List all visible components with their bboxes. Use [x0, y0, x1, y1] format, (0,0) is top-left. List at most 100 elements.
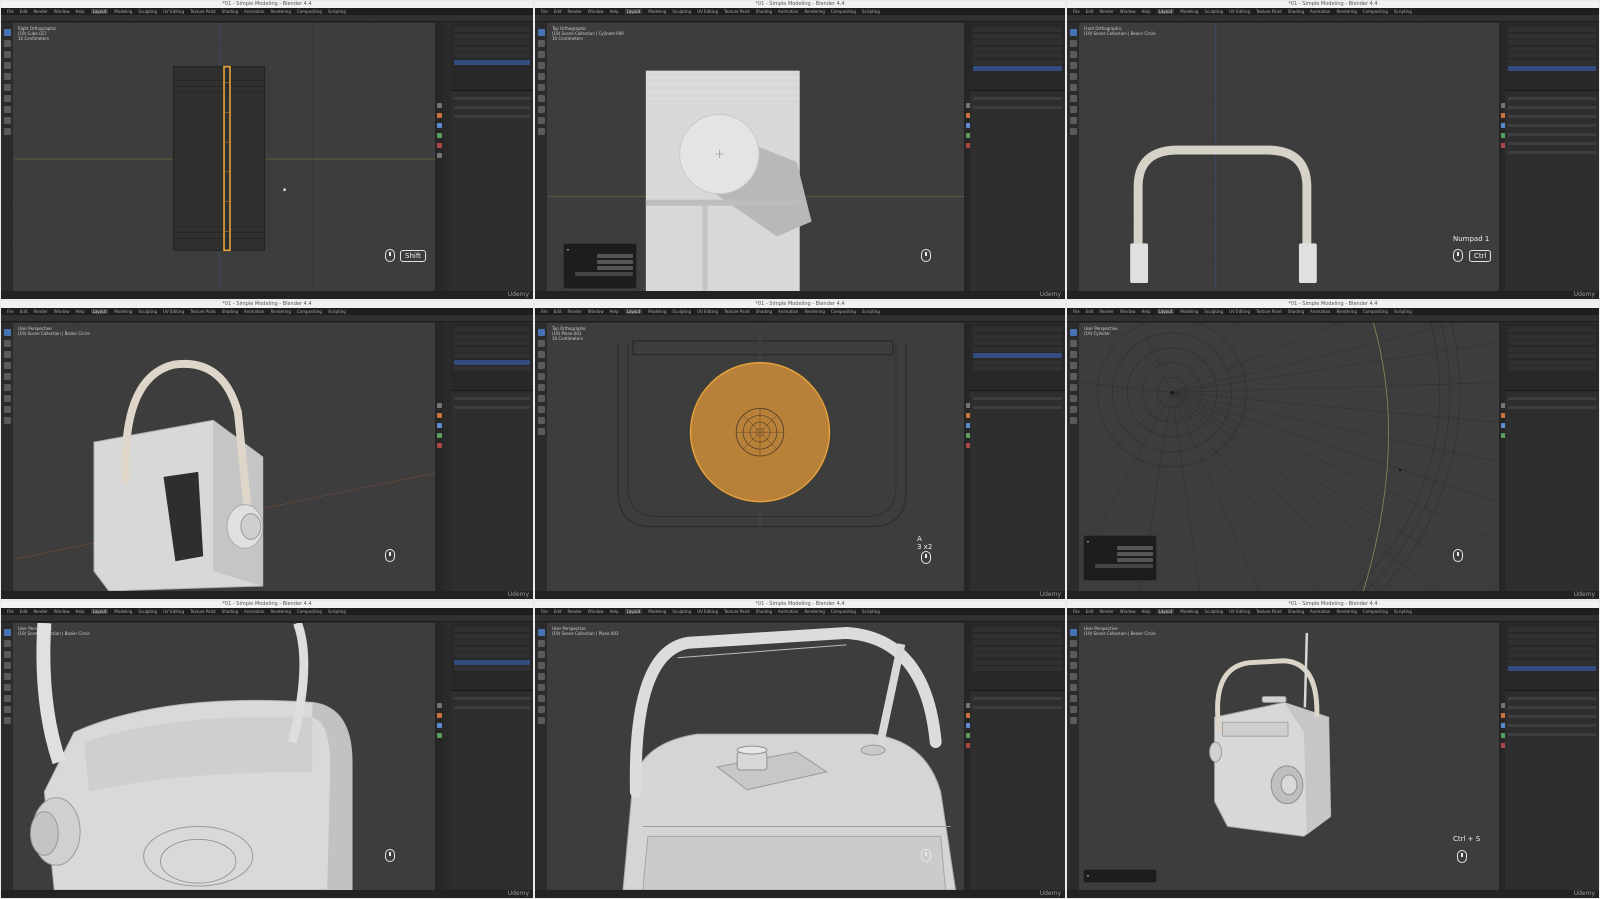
outliner[interactable]	[970, 323, 1065, 391]
menu-item[interactable]: Layout	[624, 609, 643, 614]
viewport[interactable]: Top Orthographic (19) Plane.003 10 Centime…	[547, 323, 972, 591]
menu-item[interactable]: Modeling	[114, 609, 132, 614]
menu-item[interactable]: Modeling	[648, 9, 666, 14]
menubar[interactable]: File Edit Render Window Help Layout Modeling Sc…	[1, 8, 533, 15]
menu-item[interactable]: Texture Paint	[724, 9, 750, 14]
viewport[interactable]: User Perspective (19) Scene Collection | …	[547, 623, 972, 890]
menu-item[interactable]: Render	[567, 309, 581, 314]
tool-shelf[interactable]	[535, 323, 547, 591]
menubar[interactable]: File Edit Render Window Help Layout Modeling Sc…	[1, 608, 533, 615]
menu-item[interactable]: File	[1073, 309, 1080, 314]
menu-item[interactable]: Help	[75, 9, 84, 14]
properties-tabs[interactable]	[435, 323, 443, 591]
viewport-header[interactable]	[535, 315, 1065, 322]
menu-item[interactable]: Window	[1120, 609, 1136, 614]
menu-item[interactable]: Animation	[778, 9, 798, 14]
menu-item[interactable]: Window	[54, 9, 70, 14]
menu-item[interactable]: Rendering	[804, 309, 824, 314]
menu-item[interactable]: UV Editing	[1229, 9, 1250, 14]
viewport-header[interactable]	[1067, 615, 1599, 622]
tool-shelf[interactable]	[1067, 323, 1079, 591]
viewport[interactable]: User Perspective (19) Cylinder ▾	[1079, 323, 1499, 591]
menu-item[interactable]: Render	[33, 9, 47, 14]
tool-shelf[interactable]	[1067, 623, 1079, 890]
menu-item[interactable]: Sculpting	[672, 9, 691, 14]
viewport-header[interactable]	[1, 615, 533, 622]
menu-item[interactable]: Window	[588, 609, 604, 614]
tool-shelf[interactable]	[535, 23, 547, 291]
menu-item[interactable]: Shading	[756, 9, 772, 14]
menu-item[interactable]: Window	[54, 609, 70, 614]
menu-item[interactable]: File	[7, 609, 14, 614]
menu-item[interactable]: Help	[75, 309, 84, 314]
properties-panel[interactable]	[970, 692, 1065, 890]
menu-item[interactable]: Rendering	[804, 609, 824, 614]
menu-item[interactable]: Help	[609, 609, 618, 614]
menu-item[interactable]: Edit	[554, 309, 562, 314]
menu-item[interactable]: Help	[609, 309, 618, 314]
viewport[interactable]: User Perspective (19) Scene Collection | …	[13, 323, 443, 591]
menu-item[interactable]: Window	[54, 309, 70, 314]
menu-item[interactable]: Sculpting	[672, 609, 691, 614]
menu-item[interactable]: Render	[33, 309, 47, 314]
menu-item[interactable]: Layout	[90, 9, 109, 14]
menu-item[interactable]: Render	[567, 609, 581, 614]
menu-item[interactable]: Layout	[1156, 609, 1175, 614]
menu-item[interactable]: Animation	[778, 309, 798, 314]
menu-item[interactable]: Edit	[1086, 609, 1094, 614]
outliner[interactable]	[451, 23, 533, 91]
operator-panel[interactable]: ▾	[563, 243, 637, 289]
menu-item[interactable]: Compositing	[297, 609, 322, 614]
menu-item[interactable]: Sculpting	[138, 9, 157, 14]
menubar[interactable]: File Edit Render Window Help Layout Modeling Sc…	[1067, 8, 1599, 15]
properties-panel[interactable]	[1505, 392, 1599, 591]
menu-item[interactable]: Shading	[1288, 309, 1304, 314]
menu-item[interactable]: Edit	[20, 309, 28, 314]
menu-item[interactable]: Scripting	[862, 9, 880, 14]
menu-item[interactable]: Modeling	[1180, 9, 1198, 14]
viewport[interactable]: Right Orthographic (19) Cube.017 10 Centim…	[13, 23, 443, 291]
outliner[interactable]	[1505, 23, 1599, 91]
menu-item[interactable]: Texture Paint	[190, 609, 216, 614]
menu-item[interactable]: Compositing	[831, 9, 856, 14]
menu-item[interactable]: Help	[609, 9, 618, 14]
menu-item[interactable]: Scripting	[328, 609, 346, 614]
menu-item[interactable]: UV Editing	[163, 309, 184, 314]
menu-item[interactable]: Shading	[222, 609, 238, 614]
menu-item[interactable]: Edit	[1086, 309, 1094, 314]
menu-item[interactable]: Layout	[624, 309, 643, 314]
menu-item[interactable]: UV Editing	[1229, 309, 1250, 314]
menubar[interactable]: File Edit Render Window Help Layout Modeling Sc…	[1, 308, 533, 315]
menu-item[interactable]: Window	[1120, 309, 1136, 314]
properties-panel[interactable]	[1505, 92, 1599, 291]
menu-item[interactable]: Help	[1141, 9, 1150, 14]
viewport-header[interactable]	[535, 15, 1065, 22]
menubar[interactable]: File Edit Render Window Help Layout Modeling Sc…	[535, 308, 1065, 315]
menu-item[interactable]: Animation	[778, 609, 798, 614]
menu-item[interactable]: Texture Paint	[724, 309, 750, 314]
outliner[interactable]	[970, 623, 1065, 691]
menu-item[interactable]: UV Editing	[697, 609, 718, 614]
menu-item[interactable]: Scripting	[328, 9, 346, 14]
menu-item[interactable]: Rendering	[1336, 9, 1356, 14]
menu-item[interactable]: Modeling	[114, 309, 132, 314]
menu-item[interactable]: Scripting	[1394, 309, 1412, 314]
menu-item[interactable]: Animation	[244, 609, 264, 614]
menu-item[interactable]: File	[1073, 609, 1080, 614]
menu-item[interactable]: Render	[567, 9, 581, 14]
menu-item[interactable]: Sculpting	[138, 609, 157, 614]
menu-item[interactable]: Rendering	[270, 309, 290, 314]
menu-item[interactable]: Shading	[1288, 609, 1304, 614]
viewport[interactable]: Top Orthographic (19) Scene Collection | …	[547, 23, 972, 291]
menu-item[interactable]: Render	[1099, 609, 1113, 614]
menu-item[interactable]: Window	[588, 9, 604, 14]
menu-item[interactable]: Texture Paint	[1256, 609, 1282, 614]
viewport[interactable]: User Perspective (19) Scene Collection | …	[1079, 623, 1499, 890]
menu-item[interactable]: Edit	[554, 609, 562, 614]
menu-item[interactable]: Animation	[244, 9, 264, 14]
viewport-header[interactable]	[1067, 315, 1599, 322]
menu-item[interactable]: Help	[75, 609, 84, 614]
outliner[interactable]	[970, 23, 1065, 91]
menu-item[interactable]: Rendering	[1336, 609, 1356, 614]
menu-item[interactable]: Sculpting	[1204, 309, 1223, 314]
